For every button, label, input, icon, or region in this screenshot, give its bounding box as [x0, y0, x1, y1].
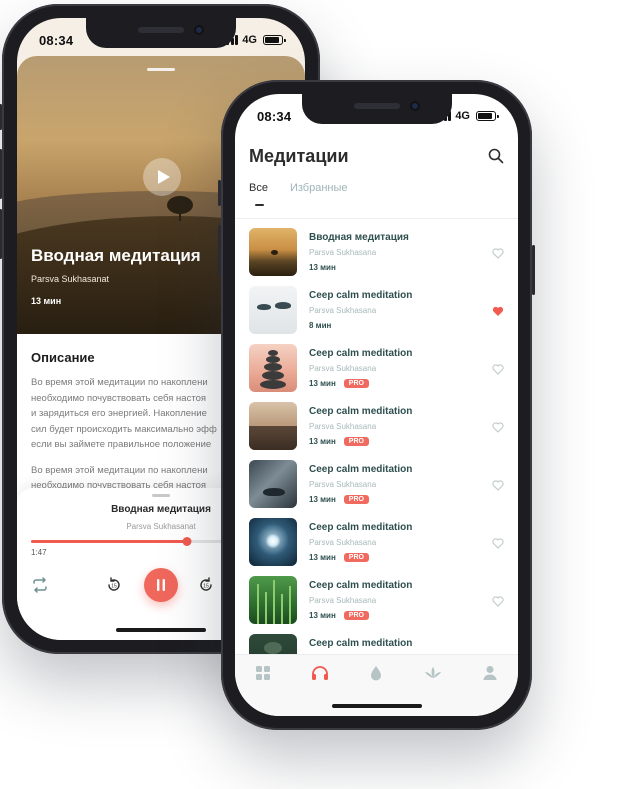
headphones-icon[interactable]	[305, 665, 335, 716]
search-icon[interactable]	[488, 148, 504, 169]
item-thumbnail	[249, 460, 297, 508]
status-time: 08:34	[39, 32, 74, 48]
list-item[interactable]: Ceep calm meditation Parsva Sukhasana 13…	[235, 402, 518, 460]
item-author: Parsva Sukhasana	[309, 480, 377, 489]
page-title: Медитации	[249, 146, 349, 166]
grid-icon[interactable]	[248, 665, 278, 716]
item-title: Ceep calm meditation	[309, 348, 413, 359]
list-item[interactable]: Ceep calm meditation Parsva Sukhasana 13…	[235, 344, 518, 402]
volume-up-button	[218, 225, 221, 275]
item-title: Вводная медитация	[309, 232, 409, 243]
item-author: Parsva Sukhasana	[309, 364, 377, 373]
repeat-icon[interactable]	[31, 576, 49, 599]
status-time: 08:34	[257, 108, 292, 124]
notch	[301, 94, 452, 124]
list-phone: 08:34 4G Медитации Все Избранные Вводная…	[218, 80, 535, 730]
item-author: Parsva Sukhasana	[309, 422, 377, 431]
heart-outline-icon[interactable]	[492, 420, 504, 438]
heart-outline-icon[interactable]	[492, 536, 504, 554]
heart-outline-icon[interactable]	[492, 478, 504, 496]
profile-icon[interactable]	[475, 665, 505, 716]
play-button[interactable]	[143, 158, 181, 196]
list-item[interactable]: Ceep calm meditation Parsva Sukhasana 8 …	[235, 286, 518, 344]
filter-tabs: Все Избранные	[249, 182, 348, 206]
home-indicator	[331, 704, 422, 708]
item-thumbnail	[249, 402, 297, 450]
mute-switch	[218, 180, 221, 206]
item-author: Parsva Sukhasana	[309, 538, 377, 547]
item-thumbnail	[249, 228, 297, 276]
item-duration: 13 мин	[309, 263, 336, 272]
home-indicator	[116, 628, 206, 632]
item-author: Parsva Sukhasana	[309, 306, 377, 315]
pro-badge: PRO	[343, 379, 369, 388]
item-duration: 13 мин	[309, 495, 336, 504]
pro-badge: PRO	[343, 553, 369, 562]
pause-icon	[157, 579, 165, 591]
list-item[interactable]: Ceep calm meditation Parsva Sukhasana 13…	[235, 576, 518, 634]
item-duration: 13 мин	[309, 437, 336, 446]
network-label: 4G	[242, 34, 257, 46]
meditation-list: Вводная медитация Parsva Sukhasana 13 ми…	[235, 228, 518, 692]
svg-text:15: 15	[203, 584, 209, 590]
elapsed-time: 1:47	[31, 548, 47, 557]
item-title: Ceep calm meditation	[309, 290, 413, 301]
item-thumbnail	[249, 518, 297, 566]
progress-knob[interactable]	[182, 537, 192, 546]
sheet-grip[interactable]	[147, 68, 175, 71]
pro-badge: PRO	[343, 611, 369, 620]
list-header: Медитации Все Избранные	[235, 138, 518, 218]
track-duration: 13 мин	[31, 296, 62, 306]
item-thumbnail	[249, 344, 297, 392]
list-item[interactable]: Вводная медитация Parsva Sukhasana 13 ми…	[235, 228, 518, 286]
item-duration: 8 мин	[309, 321, 332, 330]
play-icon	[157, 170, 170, 184]
notch	[86, 18, 236, 48]
rewind-15-icon[interactable]: 15	[105, 576, 123, 599]
pro-badge: PRO	[343, 495, 369, 504]
item-author: Parsva Sukhasana	[309, 596, 377, 605]
pause-button[interactable]	[144, 568, 178, 602]
mute-switch	[0, 104, 2, 130]
power-button	[532, 245, 535, 295]
volume-up-button	[0, 149, 2, 199]
mini-player-grip[interactable]	[152, 494, 170, 497]
heart-outline-icon[interactable]	[492, 594, 504, 612]
progress-fill	[31, 540, 187, 543]
item-title: Ceep calm meditation	[309, 406, 413, 417]
item-title: Ceep calm meditation	[309, 522, 413, 533]
forward-15-icon[interactable]: 15	[197, 576, 215, 599]
list-item[interactable]: Ceep calm meditation Parsva Sukhasana 13…	[235, 518, 518, 576]
divider	[235, 218, 518, 219]
svg-text:15: 15	[111, 584, 117, 590]
tab-all[interactable]: Все	[249, 182, 268, 206]
item-thumbnail	[249, 576, 297, 624]
volume-down-button	[0, 209, 2, 259]
pro-badge: PRO	[343, 437, 369, 446]
heart-outline-icon[interactable]	[492, 246, 504, 264]
item-author: Parsva Sukhasana	[309, 248, 377, 257]
item-title: Ceep calm meditation	[309, 464, 413, 475]
item-thumbnail	[249, 286, 297, 334]
item-duration: 13 мин	[309, 611, 336, 620]
track-author: Parsva Sukhasanat	[31, 274, 110, 284]
drop-icon[interactable]	[361, 665, 391, 716]
list-screen: 08:34 4G Медитации Все Избранные Вводная…	[235, 94, 518, 716]
lotus-icon[interactable]	[418, 665, 448, 716]
item-title: Ceep calm meditation	[309, 638, 413, 649]
tree-silhouette	[167, 196, 193, 221]
track-title: Вводная медитация	[31, 246, 201, 265]
heart-outline-icon[interactable]	[492, 362, 504, 380]
battery-icon	[263, 35, 286, 45]
network-label: 4G	[455, 110, 470, 122]
battery-icon	[476, 111, 499, 121]
item-duration: 13 мин	[309, 553, 336, 562]
item-duration: 13 мин	[309, 379, 336, 388]
item-title: Ceep calm meditation	[309, 580, 413, 591]
list-item[interactable]: Ceep calm meditation Parsva Sukhasana 13…	[235, 460, 518, 518]
tab-favorites[interactable]: Избранные	[290, 182, 348, 194]
heart-filled-icon[interactable]	[492, 304, 504, 322]
